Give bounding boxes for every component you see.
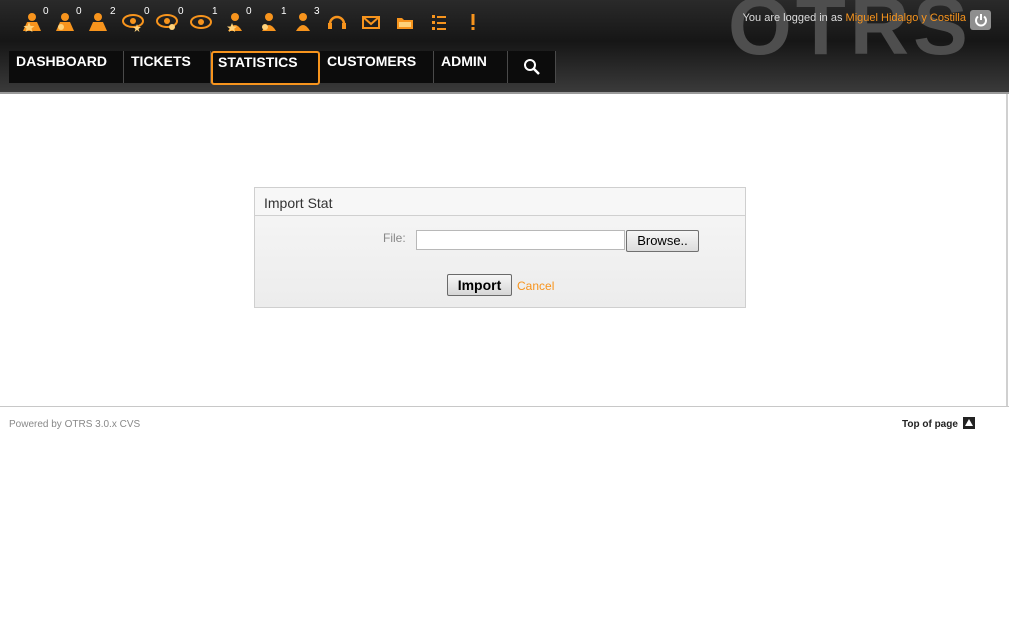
new-email-ticket-icon[interactable] (359, 11, 383, 33)
toolbar-count: 0 (246, 6, 252, 17)
top-of-page-arrow-icon[interactable] (963, 417, 975, 429)
header-divider (0, 92, 1009, 94)
search-icon (523, 59, 540, 75)
power-icon (974, 14, 987, 27)
login-prefix: You are logged in as (742, 12, 843, 24)
ticket-queue-icon[interactable] (393, 11, 417, 33)
nav-statistics[interactable]: STATISTICS (211, 51, 320, 85)
toolbar-count: 0 (76, 6, 82, 17)
locked-new-tickets-icon[interactable] (20, 11, 44, 33)
responsible-new-tickets-icon[interactable] (223, 11, 247, 33)
nav-dashboard[interactable]: DASHBOARD (9, 51, 124, 83)
panel-title: Import Stat (255, 188, 745, 216)
nav-customers[interactable]: CUSTOMERS (320, 51, 434, 83)
import-stat-panel: Import Stat File: Browse.. Import Cancel (254, 187, 746, 308)
watched-reminder-tickets-icon[interactable] (155, 11, 179, 33)
toolbar-count: 0 (178, 6, 184, 17)
main-navigation: DASHBOARD TICKETS STATISTICS CUSTOMERS A… (9, 51, 556, 85)
top-of-page-link[interactable]: Top of page (902, 419, 958, 430)
locked-tickets-icon[interactable] (86, 11, 110, 33)
new-phone-ticket-icon[interactable] (325, 11, 349, 33)
responsible-tickets-icon[interactable] (291, 11, 315, 33)
content-right-border (1006, 94, 1008, 407)
nav-tickets[interactable]: TICKETS (124, 51, 211, 83)
toolbar-count: 2 (110, 6, 116, 17)
ticket-escalation-icon[interactable] (461, 11, 485, 33)
otrs-logo: OTRS (728, 0, 972, 72)
toolbar-count: 3 (314, 6, 320, 17)
user-name-link[interactable]: Miguel Hidalgo y Costilla (846, 12, 966, 24)
toolbar-count: 0 (144, 6, 150, 17)
header-bar: OTRS 0 0 2 0 0 1 0 1 3 You are logged in… (0, 0, 1009, 92)
toolbar-count: 0 (43, 6, 49, 17)
locked-reminder-tickets-icon[interactable] (53, 11, 77, 33)
footer-divider (0, 406, 1009, 407)
nav-search-button[interactable] (508, 51, 556, 83)
ticket-status-view-icon[interactable] (427, 11, 451, 33)
cancel-link[interactable]: Cancel (517, 279, 554, 293)
powered-by-text[interactable]: Powered by OTRS 3.0.x CVS (9, 419, 140, 430)
toolbar-count: 1 (281, 6, 287, 17)
login-info: You are logged in as Miguel Hidalgo y Co… (743, 12, 966, 24)
import-button[interactable]: Import (447, 274, 512, 296)
nav-admin[interactable]: ADMIN (434, 51, 508, 83)
watched-tickets-icon[interactable] (189, 11, 213, 33)
browse-button[interactable]: Browse.. (626, 230, 699, 252)
watched-new-tickets-icon[interactable] (121, 11, 145, 33)
logout-button[interactable] (970, 10, 991, 30)
file-label: File: (383, 231, 406, 245)
file-input[interactable] (416, 230, 625, 250)
responsible-reminder-tickets-icon[interactable] (257, 11, 281, 33)
toolbar-count: 1 (212, 6, 218, 17)
